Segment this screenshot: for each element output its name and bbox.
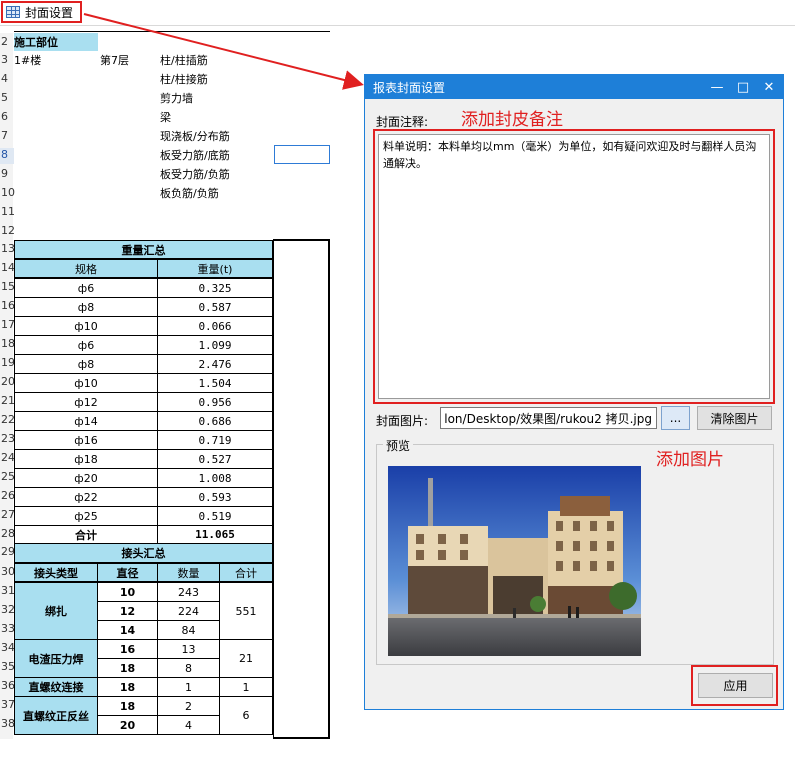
arrow-to-dialog xyxy=(83,13,364,90)
note-highlight-frame: 料单说明：本料单均以mm（毫米）为单位，如有疑问欢迎及时与翻样人员沟通解决。 xyxy=(373,129,775,404)
image-path-input[interactable]: lon/Desktop/效果图/rukou2 拷贝.jpg xyxy=(440,407,657,429)
close-icon[interactable]: ✕ xyxy=(755,75,783,99)
preview-label: 预览 xyxy=(383,437,414,454)
minimize-icon[interactable]: — xyxy=(703,75,731,99)
clear-image-button[interactable]: 清除图片 xyxy=(697,406,772,430)
maximize-icon[interactable]: □ xyxy=(729,75,757,99)
report-cover-dialog: 报表封面设置 — □ ✕ 封面注释: 添加封皮备注 料单说明：本料单均以mm（毫… xyxy=(364,74,784,710)
apply-button[interactable]: 应用 xyxy=(698,673,773,698)
image-label: 封面图片: xyxy=(376,414,429,428)
image-path-value: lon/Desktop/效果图/rukou2 拷贝.jpg xyxy=(444,411,652,426)
add-note-annotation: 添加封皮备注 xyxy=(461,110,563,130)
preview-image xyxy=(388,466,641,656)
apply-label: 应用 xyxy=(723,679,748,693)
note-label: 封面注释: xyxy=(376,115,429,129)
note-textarea[interactable]: 料单说明：本料单均以mm（毫米）为单位，如有疑问欢迎及时与翻样人员沟通解决。 xyxy=(378,134,770,399)
browse-button[interactable]: ... xyxy=(661,406,690,430)
dialog-title-bar: 报表封面设置 — □ ✕ xyxy=(365,75,783,99)
dialog-title: 报表封面设置 xyxy=(373,80,446,95)
clear-image-label: 清除图片 xyxy=(710,411,759,426)
browse-label: ... xyxy=(669,411,682,425)
